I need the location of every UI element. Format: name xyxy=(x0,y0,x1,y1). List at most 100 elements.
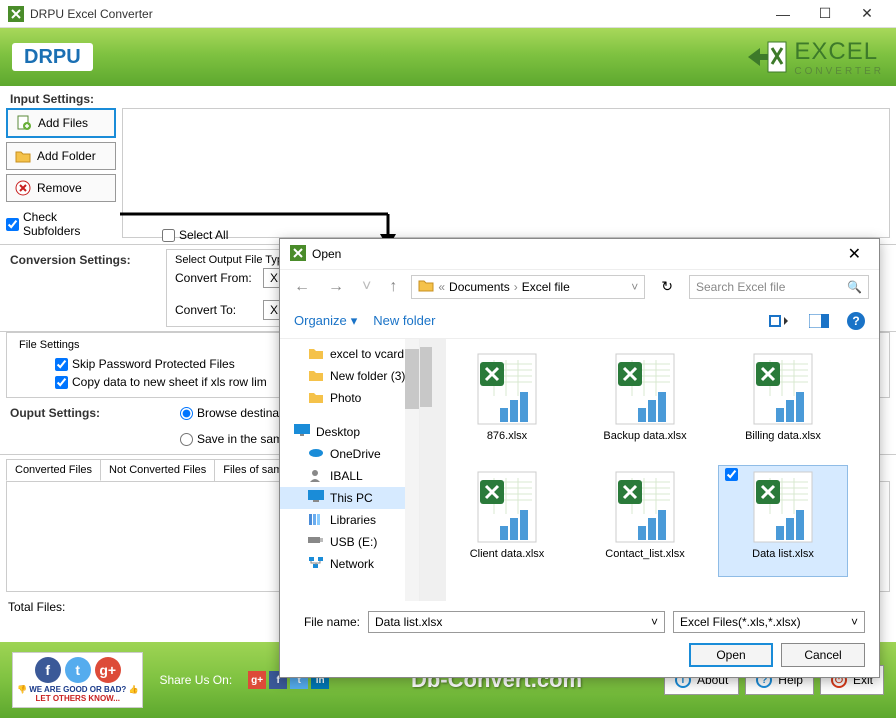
filetype-select[interactable]: Excel Files(*.xls,*.xlsx) ˅ xyxy=(673,611,865,633)
tree-item-icon xyxy=(308,346,324,362)
dialog-body: excel to vcardNew folder (3)Photo Desktop… xyxy=(280,339,879,601)
app-title: DRPU Excel Converter xyxy=(30,7,762,21)
filename-label: File name: xyxy=(294,615,360,629)
nav-forward-button[interactable]: → xyxy=(324,278,348,296)
excel-icon xyxy=(290,245,306,264)
twitter-icon[interactable]: t xyxy=(65,657,91,683)
tree-item-icon xyxy=(308,556,324,572)
tree-item-icon xyxy=(308,490,324,506)
nav-recent-button[interactable]: ˅ xyxy=(358,278,375,296)
file-tile[interactable]: 876.xlsx xyxy=(442,347,572,459)
remove-button[interactable]: Remove xyxy=(6,174,116,202)
tree-scrollbar[interactable] xyxy=(405,339,419,601)
window-controls: ― ☐ ✕ xyxy=(762,2,888,26)
file-settings-legend: File Settings xyxy=(15,339,84,351)
tree-item[interactable]: USB (E:) xyxy=(280,531,419,553)
conversion-settings-label: Conversion Settings: xyxy=(6,249,156,327)
add-folder-button[interactable]: Add Folder xyxy=(6,142,116,170)
tree-item-icon xyxy=(308,390,324,406)
dialog-footer: File name: Data list.xlsx ˅ Excel Files(… xyxy=(280,601,879,677)
product-subtitle: CONVERTER xyxy=(794,66,884,77)
remove-label: Remove xyxy=(37,181,82,195)
dialog-toolbar: Organize ▾ New folder ? xyxy=(280,303,879,339)
tab-converted[interactable]: Converted Files xyxy=(6,459,101,481)
gplus-share-icon[interactable]: g+ xyxy=(248,671,266,689)
tree-item[interactable]: Desktop xyxy=(280,421,419,443)
file-list-area xyxy=(122,108,890,238)
breadcrumb[interactable]: « Documents › Excel file ˅ xyxy=(411,275,645,299)
convert-to-label: Convert To: xyxy=(175,303,255,317)
googleplus-icon[interactable]: g+ xyxy=(95,657,121,683)
search-input[interactable]: Search Excel file 🔍 xyxy=(689,275,869,299)
organize-menu[interactable]: Organize ▾ xyxy=(294,313,357,329)
tree-item[interactable]: excel to vcard xyxy=(280,343,419,365)
excel-converter-logo: EXCEL CONVERTER xyxy=(746,36,884,78)
tree-item[interactable]: Network xyxy=(280,553,419,575)
remove-icon xyxy=(15,180,31,196)
share-label: Share Us On: xyxy=(159,673,232,687)
excel-file-icon xyxy=(612,470,678,544)
open-button[interactable]: Open xyxy=(689,643,773,667)
file-tile[interactable]: Data list.xlsx xyxy=(718,465,848,577)
chevron-down-icon: ˅ xyxy=(851,615,858,629)
view-mode-button[interactable] xyxy=(767,311,791,331)
dialog-title: Open xyxy=(312,247,341,261)
dialog-close-button[interactable]: ✕ xyxy=(840,244,869,264)
tree-item[interactable]: OneDrive xyxy=(280,443,419,465)
excel-file-icon xyxy=(612,352,678,426)
preview-pane-button[interactable] xyxy=(807,311,831,331)
app-header: DRPU EXCEL CONVERTER xyxy=(0,28,896,86)
file-checkbox[interactable] xyxy=(725,468,738,481)
nav-back-button[interactable]: ← xyxy=(290,278,314,296)
excel-file-icon xyxy=(474,470,540,544)
tree-item[interactable]: New folder (3) xyxy=(280,365,419,387)
tree-item-icon xyxy=(294,424,310,440)
tab-not-converted[interactable]: Not Converted Files xyxy=(100,459,215,481)
title-bar: DRPU Excel Converter ― ☐ ✕ xyxy=(0,0,896,28)
search-icon: 🔍 xyxy=(847,280,862,294)
folder-tree: excel to vcardNew folder (3)Photo Desktop… xyxy=(280,339,420,601)
nav-up-button[interactable]: ↑ xyxy=(385,278,401,296)
close-button[interactable]: ✕ xyxy=(846,2,888,26)
add-files-button[interactable]: Add Files xyxy=(6,108,116,138)
rating-widget[interactable]: f t g+ 👎 WE ARE GOOD OR BAD? 👍 LET OTHER… xyxy=(12,652,143,708)
main-content: Input Settings: Add Files Add Folder Rem… xyxy=(0,86,896,642)
file-tile[interactable]: Backup data.xlsx xyxy=(580,347,710,459)
tree-item[interactable]: Libraries xyxy=(280,509,419,531)
file-tile[interactable]: Client data.xlsx xyxy=(442,465,572,577)
excel-file-icon xyxy=(474,352,540,426)
file-plus-icon xyxy=(16,115,32,131)
app-icon xyxy=(8,6,24,22)
tree-item[interactable]: This PC xyxy=(280,487,419,509)
tree-item-icon xyxy=(308,512,324,528)
drpu-logo: DRPU xyxy=(12,43,93,71)
minimize-button[interactable]: ― xyxy=(762,2,804,26)
tree-item-icon xyxy=(308,446,324,462)
folder-icon xyxy=(15,148,31,164)
tree-item[interactable]: Photo xyxy=(280,387,419,409)
chevron-down-icon: ˅ xyxy=(651,615,658,629)
file-tile[interactable]: Billing data.xlsx xyxy=(718,347,848,459)
tree-item-icon xyxy=(308,468,324,484)
facebook-icon[interactable]: f xyxy=(35,657,61,683)
select-all-checkbox[interactable]: Select All xyxy=(162,228,228,242)
folder-icon xyxy=(418,278,434,295)
filename-input[interactable]: Data list.xlsx ˅ xyxy=(368,611,665,633)
open-file-dialog: Open ✕ ← → ˅ ↑ « Documents › Excel file … xyxy=(279,238,880,678)
convert-from-label: Convert From: xyxy=(175,271,255,285)
tree-item[interactable]: IBALL xyxy=(280,465,419,487)
file-tile[interactable]: Contact_list.xlsx xyxy=(580,465,710,577)
maximize-button[interactable]: ☐ xyxy=(804,2,846,26)
add-folder-label: Add Folder xyxy=(37,149,96,163)
help-icon[interactable]: ? xyxy=(847,312,865,330)
file-grid: 876.xlsxBackup data.xlsxBilling data.xls… xyxy=(434,339,879,601)
tree-item-icon xyxy=(308,534,324,550)
dialog-nav-bar: ← → ˅ ↑ « Documents › Excel file ˅ ↻ Sea… xyxy=(280,269,879,303)
input-settings-panel: Input Settings: Add Files Add Folder Rem… xyxy=(0,86,896,245)
chevron-down-icon[interactable]: ˅ xyxy=(631,280,638,294)
check-subfolders-checkbox[interactable]: Check Subfolders xyxy=(6,210,116,238)
new-folder-button[interactable]: New folder xyxy=(373,313,435,328)
refresh-button[interactable]: ↻ xyxy=(655,278,679,295)
chevron-down-icon: ▾ xyxy=(351,313,358,329)
cancel-button[interactable]: Cancel xyxy=(781,643,865,667)
